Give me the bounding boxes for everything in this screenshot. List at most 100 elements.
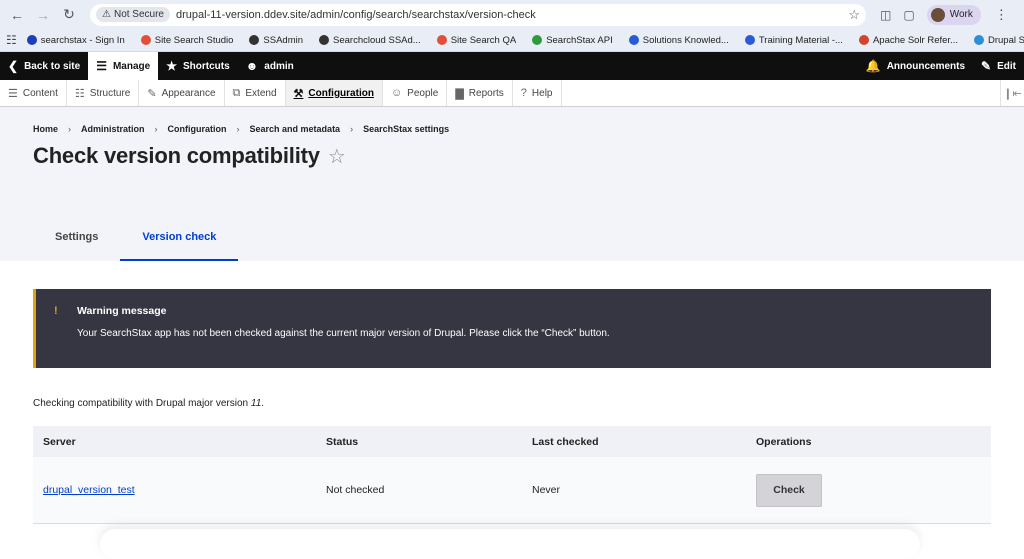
bookmark-item[interactable]: Training Material -... [744, 34, 843, 46]
tray-item-people[interactable]: ☺ People [383, 80, 448, 106]
header-status: Status [326, 435, 359, 448]
manage-tab[interactable]: ☰ Manage [88, 52, 159, 80]
appearance-icon: ✎ [147, 87, 157, 100]
people-icon: ☺ [390, 87, 403, 99]
back-arrow-icon[interactable]: ← [6, 4, 28, 26]
user-icon: ☻ [245, 59, 259, 73]
bookmark-label: Site Search QA [450, 34, 517, 46]
reports-icon: ▇ [455, 87, 464, 100]
last-checked-cell: Never [532, 484, 561, 496]
bookmark-item[interactable]: SearchStax API [532, 35, 613, 46]
extensions-icon[interactable]: ◫ [880, 8, 891, 22]
browser-top-bar: ← → ↻ ⚠ Not Secure drupal-11-version.dde… [0, 0, 1024, 29]
tray-item-label: Structure [89, 87, 131, 99]
bookmark-favicon-icon [436, 35, 447, 45]
reload-icon[interactable]: ↻ [58, 4, 80, 26]
tray-item-extend[interactable]: ⧉ Extend [225, 80, 286, 106]
bookmark-label: Searchcloud SSAd... [333, 34, 421, 46]
bookmark-label: SearchStax API [546, 34, 613, 46]
breadcrumb-configuration[interactable]: Configuration [168, 124, 227, 134]
bookmark-item[interactable]: SSAdmin [249, 35, 303, 46]
compat-prefix: Checking compatibility with Drupal major… [33, 398, 251, 409]
not-secure-chip[interactable]: ⚠ Not Secure [96, 7, 170, 22]
tray-item-appearance[interactable]: ✎ Appearance [139, 80, 225, 106]
bookmark-label: Apache Solr Refer... [872, 34, 958, 46]
back-to-site-label: Back to site [24, 60, 81, 72]
tray-item-structure[interactable]: ☷ Structure [67, 80, 140, 106]
bookmark-label: searchstax - Sign In [40, 34, 125, 46]
pencil-icon: ✎ [981, 59, 992, 73]
tab-settings[interactable]: Settings [33, 231, 120, 261]
add-shortcut-star-icon[interactable]: ☆ [328, 144, 346, 169]
star-icon: ★ [166, 59, 177, 73]
wrench-icon: ⚒ [293, 87, 304, 100]
apps-grid-icon[interactable]: ☷ [6, 33, 17, 47]
shortcuts-tab[interactable]: ★ Shortcuts [158, 52, 237, 80]
tray-orientation-toggle-icon[interactable]: ❙⇤ [1000, 80, 1024, 106]
hamburger-icon: ☰ [96, 59, 107, 73]
bookmark-item[interactable]: Solutions Knowled... [628, 35, 729, 46]
tray-item-label: People [407, 87, 439, 99]
bookmark-label: Drupal SearchStax... [987, 34, 1024, 46]
extend-icon: ⧉ [232, 86, 241, 99]
not-secure-label: Not Secure [113, 9, 164, 20]
bookmark-favicon-icon [858, 35, 869, 45]
breadcrumb-separator: › [236, 124, 240, 134]
bookmark-label: Training Material -... [758, 34, 843, 46]
page-title: Check version compatibility [33, 143, 320, 168]
user-tab[interactable]: ☻ admin [238, 52, 302, 80]
structure-icon: ☷ [74, 87, 85, 100]
bookmark-favicon-icon [973, 35, 984, 45]
tray-item-content[interactable]: ☰ Content [0, 80, 67, 106]
tray-item-label: Content [22, 87, 58, 99]
breadcrumb-searchstax-settings[interactable]: SearchStax settings [363, 124, 449, 134]
forward-arrow-icon[interactable]: → [32, 4, 54, 26]
bookmark-item[interactable]: Apache Solr Refer... [858, 34, 958, 46]
bookmark-star-icon[interactable]: ☆ [848, 7, 860, 23]
user-label: admin [264, 60, 294, 72]
profile-chip[interactable]: Work [926, 4, 981, 25]
warning-title: Warning message [77, 305, 167, 317]
compatibility-text: Checking compatibility with Drupal major… [33, 398, 991, 409]
tray-item-reports[interactable]: ▇ Reports [447, 80, 513, 106]
bookmark-item[interactable]: Site Search Studio [140, 35, 233, 46]
url-text[interactable]: drupal-11-version.ddev.site/admin/config… [176, 9, 848, 21]
server-link[interactable]: drupal_version_test [43, 484, 135, 496]
bookmarks-bar: ☷ searchstax - Sign In Site Search Studio… [0, 29, 1024, 52]
bookmark-favicon-icon [140, 35, 151, 45]
compat-suffix: . [261, 398, 265, 409]
browser-menu-icon[interactable]: ⋮ [995, 7, 1008, 23]
local-tabs: Settings Version check [33, 231, 239, 261]
bookmark-item[interactable]: Drupal SearchStax... [973, 34, 1024, 46]
check-button[interactable]: Check [756, 473, 822, 507]
bookmark-item[interactable]: Site Search QA [436, 34, 517, 46]
breadcrumb-administration[interactable]: Administration [81, 124, 145, 134]
address-bar[interactable]: ⚠ Not Secure drupal-11-version.ddev.site… [90, 3, 866, 26]
edit-tab[interactable]: ✎ Edit [973, 52, 1024, 80]
tray-item-label: Reports [468, 87, 504, 99]
bookmark-item[interactable]: searchstax - Sign In [26, 34, 125, 46]
bookmark-favicon-icon [744, 35, 755, 45]
cast-icon[interactable]: ▢ [903, 8, 914, 22]
breadcrumb-search-metadata[interactable]: Search and metadata [250, 124, 341, 134]
warning-text: Your SearchStax app has not been checked… [77, 328, 610, 339]
breadcrumb-home[interactable]: Home [33, 124, 58, 134]
header-last-checked: Last checked [532, 435, 599, 448]
bookmark-label: SSAdmin [263, 34, 304, 46]
tab-version-check[interactable]: Version check [120, 231, 239, 261]
status-cell: Not checked [326, 484, 385, 496]
drupal-admin-toolbar: ❮ Back to site ☰ Manage ★ Shortcuts ☻ ad… [0, 52, 1024, 80]
main-content: ! Warning message Your SearchStax app ha… [0, 261, 1024, 524]
bookmark-item[interactable]: Searchcloud SSAd... [319, 35, 421, 46]
announcements-label: Announcements [886, 60, 966, 72]
avatar [930, 7, 945, 22]
tray-item-configuration[interactable]: ⚒ Configuration [285, 80, 383, 106]
warning-triangle-icon: ⚠ [102, 9, 111, 20]
back-to-site-link[interactable]: ❮ Back to site [0, 52, 88, 80]
breadcrumb-separator: › [68, 124, 72, 134]
tray-item-help[interactable]: ? Help [513, 80, 562, 106]
announcements-tab[interactable]: 🔔 Announcements [858, 52, 973, 80]
bell-icon: 🔔 [865, 59, 881, 73]
edit-label: Edit [997, 60, 1016, 72]
warning-message: ! Warning message Your SearchStax app ha… [33, 289, 991, 368]
